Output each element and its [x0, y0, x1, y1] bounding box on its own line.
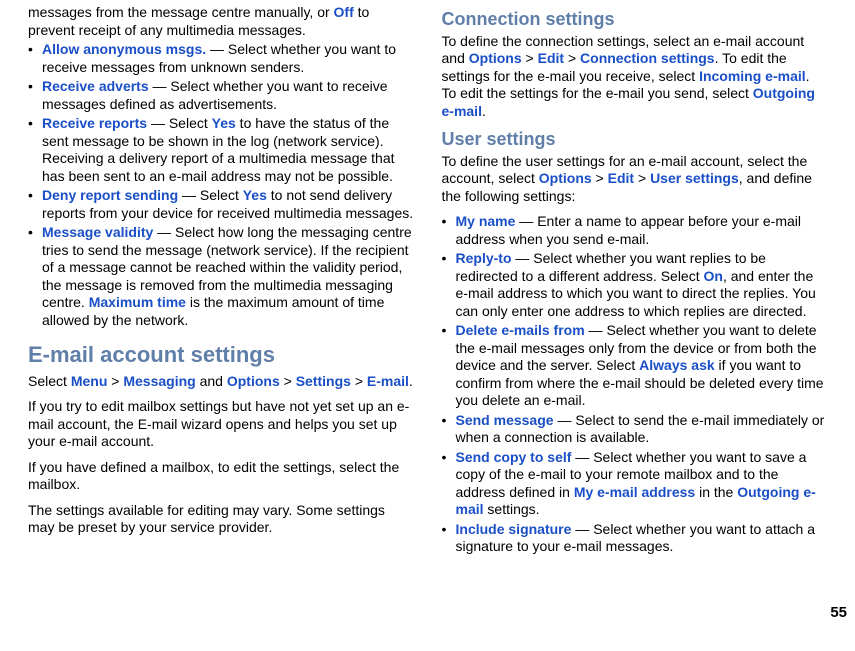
value-off: Off	[334, 4, 354, 20]
term: Message validity	[42, 224, 153, 240]
bullet-send-message: • Send message — Select to send the e-ma…	[442, 412, 828, 447]
text: >	[592, 170, 608, 186]
para-connection: To define the connection settings, selec…	[442, 33, 828, 121]
text: — Select	[178, 187, 243, 203]
nav-edit: Edit	[538, 50, 564, 66]
term: Send copy to self	[456, 449, 572, 465]
text: in the	[695, 484, 737, 500]
page-number: 55	[830, 604, 847, 623]
bullet-include-signature: • Include signature — Select whether you…	[442, 521, 828, 556]
heading-email-account-settings: E-mail account settings	[28, 341, 414, 369]
para-wizard: If you try to edit mailbox settings but …	[28, 398, 414, 451]
bullet-icon: •	[28, 187, 42, 222]
nav-user-settings: User settings	[650, 170, 739, 186]
bullet-receive-adverts: • Receive adverts — Select whether you w…	[28, 78, 414, 113]
nav-options: Options	[227, 373, 280, 389]
right-column: Connection settings To define the connec…	[442, 4, 828, 558]
text: .	[482, 103, 486, 119]
nav-messaging: Messaging	[123, 373, 195, 389]
bullet-body: Delete e-mails from — Select whether you…	[456, 322, 828, 410]
term: Send message	[456, 412, 554, 428]
nav-options: Options	[539, 170, 592, 186]
para-user-intro: To define the user settings for an e-mai…	[442, 153, 828, 206]
manual-page: messages from the message centre manuall…	[0, 0, 855, 566]
value-yes: Yes	[243, 187, 267, 203]
bullet-icon: •	[28, 115, 42, 185]
heading-user-settings: User settings	[442, 128, 828, 151]
value-incoming-email: Incoming e-mail	[699, 68, 806, 84]
para-defined-mailbox: If you have defined a mailbox, to edit t…	[28, 459, 414, 494]
text: >	[351, 373, 367, 389]
bullet-body: Message validity — Select how long the m…	[42, 224, 414, 329]
nav-email: E-mail	[367, 373, 409, 389]
nav-path: Select Menu > Messaging and Options > Se…	[28, 373, 414, 391]
para-settings-vary: The settings available for editing may v…	[28, 502, 414, 537]
term: My name	[456, 213, 516, 229]
bullet-icon: •	[28, 224, 42, 329]
bullet-message-validity: • Message validity — Select how long the…	[28, 224, 414, 329]
bullet-icon: •	[442, 412, 456, 447]
bullet-body: Send message — Select to send the e-mail…	[456, 412, 828, 447]
bullet-icon: •	[442, 250, 456, 320]
text: >	[634, 170, 650, 186]
text: — Select	[147, 115, 212, 131]
heading-connection-settings: Connection settings	[442, 8, 828, 31]
text: messages from the message centre manuall…	[28, 4, 334, 20]
term: Reply-to	[456, 250, 512, 266]
term: Allow anonymous msgs.	[42, 41, 206, 57]
nav-edit: Edit	[608, 170, 634, 186]
bullet-icon: •	[28, 41, 42, 76]
text: >	[107, 373, 123, 389]
term: Delete e-mails from	[456, 322, 585, 338]
text: .	[409, 373, 413, 389]
nav-options: Options	[469, 50, 522, 66]
bullet-deny-report-sending: • Deny report sending — Select Yes to no…	[28, 187, 414, 222]
bullet-icon: •	[442, 521, 456, 556]
left-column: messages from the message centre manuall…	[28, 4, 414, 558]
text: settings.	[484, 501, 540, 517]
bullet-send-copy-to-self: • Send copy to self — Select whether you…	[442, 449, 828, 519]
term: Include signature	[456, 521, 572, 537]
term: Deny report sending	[42, 187, 178, 203]
bullet-body: Deny report sending — Select Yes to not …	[42, 187, 414, 222]
bullet-reply-to: • Reply-to — Select whether you want rep…	[442, 250, 828, 320]
text: >	[522, 50, 538, 66]
text: >	[280, 373, 296, 389]
bullet-receive-reports: • Receive reports — Select Yes to have t…	[28, 115, 414, 185]
bullet-allow-anonymous: • Allow anonymous msgs. — Select whether…	[28, 41, 414, 76]
term: Receive reports	[42, 115, 147, 131]
bullet-body: Include signature — Select whether you w…	[456, 521, 828, 556]
value-maximum-time: Maximum time	[89, 294, 186, 310]
nav-connection-settings: Connection settings	[580, 50, 715, 66]
value-on: On	[704, 268, 723, 284]
bullet-body: Reply-to — Select whether you want repli…	[456, 250, 828, 320]
value-my-email-address: My e-mail address	[574, 484, 695, 500]
value-yes: Yes	[212, 115, 236, 131]
bullet-body: Receive reports — Select Yes to have the…	[42, 115, 414, 185]
bullet-icon: •	[442, 322, 456, 410]
bullet-body: Send copy to self — Select whether you w…	[456, 449, 828, 519]
term: Receive adverts	[42, 78, 149, 94]
bullet-icon: •	[28, 78, 42, 113]
bullet-body: Allow anonymous msgs. — Select whether y…	[42, 41, 414, 76]
bullet-body: Receive adverts — Select whether you wan…	[42, 78, 414, 113]
value-always-ask: Always ask	[639, 357, 715, 373]
bullet-my-name: • My name — Enter a name to appear befor…	[442, 213, 828, 248]
bullet-delete-emails-from: • Delete e-mails from — Select whether y…	[442, 322, 828, 410]
intro-continuation: messages from the message centre manuall…	[28, 4, 414, 39]
nav-settings: Settings	[296, 373, 351, 389]
text: Select	[28, 373, 71, 389]
bullet-body: My name — Enter a name to appear before …	[456, 213, 828, 248]
bullet-icon: •	[442, 213, 456, 248]
text: >	[564, 50, 580, 66]
text: and	[196, 373, 227, 389]
bullet-icon: •	[442, 449, 456, 519]
nav-menu: Menu	[71, 373, 108, 389]
